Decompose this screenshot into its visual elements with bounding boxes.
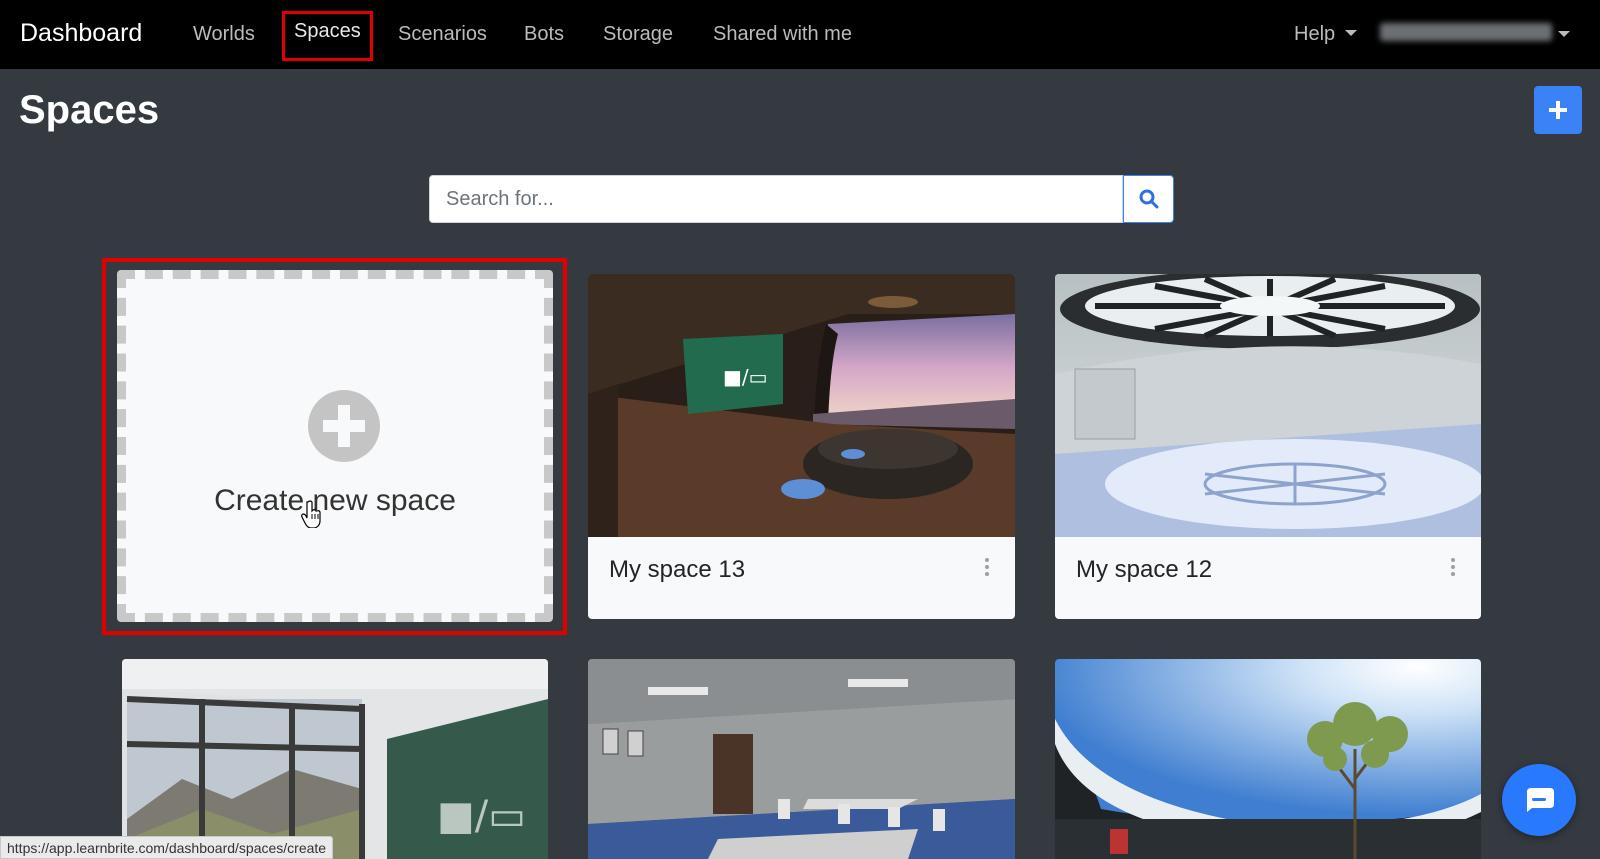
top-navbar: Dashboard Worlds Spaces Scenarios Bots S…: [0, 0, 1600, 69]
user-name-blurred: [1380, 23, 1552, 41]
search-bar: [429, 175, 1174, 223]
hand-pointer-cursor-icon: [301, 500, 321, 528]
more-options-icon[interactable]: [1451, 558, 1455, 579]
space-thumbnail-image: [1055, 659, 1481, 859]
create-new-space-label: Create new space: [214, 484, 456, 517]
svg-text:■/▭: ■/▭: [437, 793, 526, 839]
chat-widget-button[interactable]: [1502, 764, 1576, 836]
space-card[interactable]: ■/▭ My space 13: [588, 274, 1015, 619]
brand-dashboard-link[interactable]: Dashboard: [20, 19, 142, 48]
create-new-space-card[interactable]: Create new space: [117, 270, 553, 622]
nav-item-storage[interactable]: Storage: [603, 23, 673, 46]
space-thumbnail-image: ■/▭: [588, 274, 1015, 537]
search-input[interactable]: [429, 175, 1123, 223]
chat-icon: [1527, 788, 1554, 812]
chevron-down-icon: [1345, 30, 1358, 36]
plus-icon: [1549, 101, 1567, 119]
space-thumbnail-image: ■/▭: [122, 659, 548, 859]
help-dropdown[interactable]: Help: [1294, 23, 1358, 46]
space-thumbnail-image: [1055, 274, 1481, 537]
space-card-title: My space 13: [609, 556, 746, 583]
nav-item-worlds[interactable]: Worlds: [193, 23, 255, 46]
nav-item-bots[interactable]: Bots: [524, 23, 564, 46]
search-button[interactable]: [1123, 175, 1174, 223]
space-thumbnail-image: [588, 659, 1015, 859]
space-card[interactable]: My space 12: [1055, 274, 1481, 619]
status-bar-url: https://app.learnbrite.com/dashboard/spa…: [0, 836, 334, 859]
space-card[interactable]: [1055, 659, 1481, 859]
nav-item-spaces[interactable]: Spaces: [282, 11, 373, 61]
search-icon: [1139, 189, 1158, 209]
nav-item-shared-with-me[interactable]: Shared with me: [713, 23, 852, 46]
svg-text:■/▭: ■/▭: [723, 365, 768, 389]
space-card[interactable]: [588, 659, 1015, 859]
user-menu-dropdown[interactable]: [1380, 23, 1570, 45]
more-options-icon[interactable]: [985, 558, 989, 579]
add-space-button[interactable]: [1534, 86, 1582, 134]
space-card[interactable]: ■/▭: [122, 659, 548, 859]
chevron-down-icon: [1558, 31, 1570, 37]
nav-item-scenarios[interactable]: Scenarios: [398, 23, 487, 46]
help-label: Help: [1294, 23, 1336, 45]
page-title: Spaces: [19, 88, 160, 132]
space-card-title: My space 12: [1076, 556, 1213, 583]
plus-circle-icon: [308, 390, 380, 462]
